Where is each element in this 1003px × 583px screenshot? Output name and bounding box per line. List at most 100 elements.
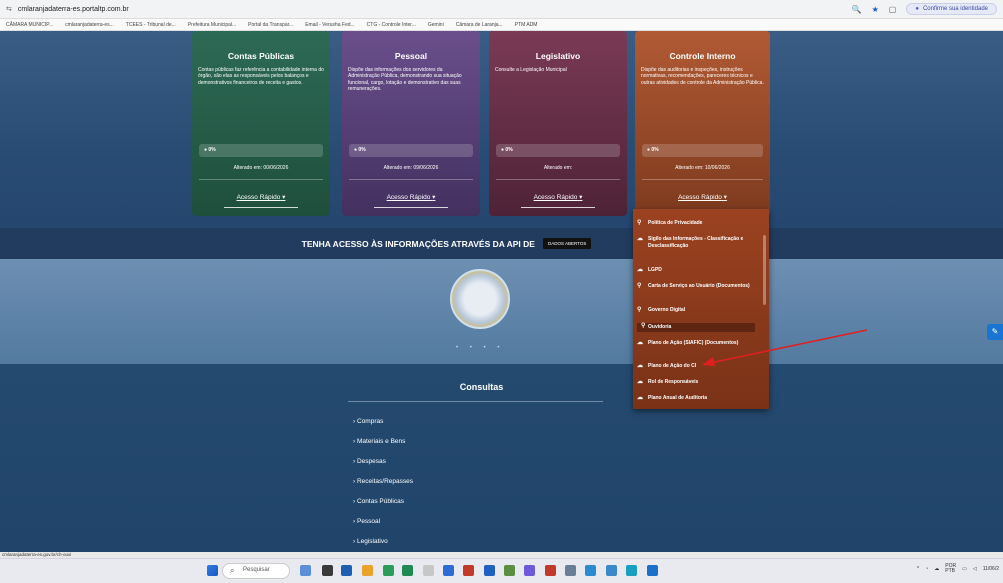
quick-access-dropdown: ⚲ Política de Privacidade ☁ Sigilo das Inf… — [633, 209, 769, 409]
progress-badge: ● 0% — [642, 144, 763, 157]
carousel-dots[interactable]: • • • • — [456, 345, 504, 351]
consultas-link-legislativo[interactable]: › Legislativo — [353, 538, 388, 545]
dropdown-scrollbar[interactable] — [763, 235, 766, 305]
consultas-link-despesas[interactable]: › Despesas — [353, 458, 386, 465]
consultas-section: Consultas › Compras › Materiais e Bens ›… — [0, 364, 1003, 552]
weather-icon[interactable]: ☁ — [934, 566, 939, 572]
item-label: Plano Anual de Auditoria — [648, 395, 708, 401]
edge-icon[interactable] — [443, 565, 454, 576]
card-contas-publicas: Contas Públicas Contas públicas faz refe… — [192, 31, 330, 216]
chevron-up-icon[interactable]: ^ — [917, 566, 919, 572]
consultas-link-compras[interactable]: › Compras — [353, 418, 383, 425]
photos-icon[interactable] — [585, 565, 596, 576]
eye-icon: ● — [354, 147, 358, 153]
altered-date: Alterado em: — [543, 165, 573, 171]
quick-access-button[interactable]: Acesso Rápido ▾ — [635, 193, 770, 201]
mail-icon[interactable] — [341, 565, 352, 576]
app-icon[interactable] — [626, 565, 637, 576]
bookmark-9[interactable]: PTM ADM — [515, 22, 538, 28]
link-label: Pessoal — [356, 518, 381, 525]
card-description: Dispõe das informações dos servidores da… — [348, 67, 462, 92]
quick-access-button[interactable]: Acesso Rápido ▾ — [192, 193, 330, 201]
progress-badge: ● 0% — [199, 144, 323, 157]
dropdown-item-privacidade[interactable]: ⚲ Política de Privacidade — [633, 220, 759, 227]
taskbar-search[interactable]: ⌕ Pesquisar — [222, 563, 290, 579]
dropdown-item-carta[interactable]: ⚲ Carta de Serviço ao Usuário (Documentos… — [633, 283, 759, 290]
profile-icon: ● — [915, 6, 919, 12]
api-banner: TENHA ACESSO ÀS INFORMAÇÕES ATRAVÉS DA A… — [0, 228, 1003, 259]
windows-start-icon[interactable] — [207, 565, 218, 576]
card-legislativo: Legislativo Consulte a Legislação Munici… — [489, 31, 627, 216]
wifi-icon[interactable]: ▭ — [962, 566, 967, 572]
file-explorer-icon[interactable] — [362, 565, 373, 576]
clock-date[interactable]: 11/06/2 — [983, 566, 999, 572]
item-label: LGPD — [648, 267, 662, 273]
bookmark-star-icon[interactable]: ★ — [872, 5, 879, 14]
calendar-icon[interactable] — [606, 565, 617, 576]
chat-widget-button[interactable]: ✎ — [987, 324, 1003, 340]
consultas-link-contas[interactable]: › Contas Públicas — [353, 498, 404, 505]
dropdown-item-sigilo[interactable]: ☁ Sigilo das Informações - Classificação … — [633, 236, 759, 249]
divider — [642, 179, 763, 180]
site-info-icon[interactable]: ⇆ — [6, 5, 12, 13]
link-label: Contas Públicas — [356, 498, 404, 505]
item-label: Plano de Ação do CI — [648, 363, 697, 369]
eye-icon: ● — [501, 147, 505, 153]
bookmark-6[interactable]: CTG - Controle Inter... — [367, 22, 416, 28]
consultas-link-materiais[interactable]: › Materiais e Bens — [353, 438, 405, 445]
quick-access-button[interactable]: Acesso Rápido ▾ — [342, 193, 480, 201]
item-label: Ouvidoria — [648, 324, 672, 330]
zoom-icon[interactable]: 🔍 — [852, 5, 862, 14]
app-icon[interactable] — [565, 565, 576, 576]
bookmark-5[interactable]: Email - Verusha Fed... — [305, 22, 354, 28]
url-field[interactable]: cmlaranjadaterra-es.portaltp.com.br — [18, 6, 129, 13]
task-view-icon[interactable] — [322, 565, 333, 576]
eye-icon: ● — [647, 147, 651, 153]
chrome-icon[interactable] — [383, 565, 394, 576]
card-title: Pessoal — [394, 51, 428, 61]
bookmark-2[interactable]: TCEES - Tribunal de... — [126, 22, 176, 28]
consultas-link-receitas[interactable]: › Receitas/Repasses — [353, 478, 413, 485]
gmail-icon[interactable] — [545, 565, 556, 576]
open-data-button[interactable]: DADOS ABERTOS — [542, 238, 592, 249]
volume-icon[interactable]: ◁ — [973, 566, 977, 572]
link-label: Receitas/Repasses — [356, 478, 413, 485]
cloud-icon: ☁ — [637, 363, 643, 369]
quick-access-button[interactable]: Acesso Rápido ▾ — [489, 193, 627, 201]
dropdown-item-lgpd[interactable]: ☁ LGPD — [633, 267, 759, 274]
bookmark-0[interactable]: CÂMARA MUNICIP... — [6, 22, 53, 28]
language-indicator[interactable]: POR PTB — [945, 564, 956, 574]
dropdown-item-plano-anual[interactable]: ☁ Plano Anual de Auditoria — [633, 395, 759, 402]
card-description: Contas públicas faz referência a contabi… — [198, 67, 324, 86]
bookmark-3[interactable]: Prefeitura Municipal... — [188, 22, 236, 28]
search-icon: ⌕ — [230, 566, 235, 575]
link-label: Materiais e Bens — [356, 438, 406, 445]
item-label: Governo Digital — [648, 307, 686, 313]
word-icon[interactable] — [484, 565, 495, 576]
bookmark-4[interactable]: Portal da Transpar... — [248, 22, 293, 28]
teams-icon[interactable] — [524, 565, 535, 576]
acrobat-icon[interactable] — [463, 565, 474, 576]
chevron-down-icon: ▾ — [723, 194, 727, 201]
progress-value: 0% — [505, 147, 513, 153]
api-banner-text: TENHA ACESSO ÀS INFORMAÇÕES ATRAVÉS DA A… — [301, 238, 535, 249]
app-icon[interactable] — [504, 565, 515, 576]
bookmark-8[interactable]: Câmara de Laranja... — [456, 22, 503, 28]
consultas-link-pessoal[interactable]: › Pessoal — [353, 518, 380, 525]
institution-seal[interactable] — [450, 269, 510, 329]
cloud-icon: ☁ — [637, 236, 643, 242]
card-controle-interno: Controle Interno Dispõe das auditorias e… — [635, 31, 770, 216]
excel-icon[interactable] — [402, 565, 413, 576]
identity-prompt-button[interactable]: ● Confirme sua identidade — [906, 3, 997, 15]
browser-icon[interactable] — [647, 565, 658, 576]
dropdown-item-governo[interactable]: ⚲ Governo Digital — [633, 307, 759, 314]
dropdown-item-rol[interactable]: ☁ Rol de Responsáveis — [633, 379, 759, 386]
app-icon[interactable] — [423, 565, 434, 576]
bookmark-1[interactable]: cmlaranjadaterra-es... — [65, 22, 114, 28]
network-icon[interactable]: ◔ — [925, 566, 928, 572]
bookmark-7[interactable]: Gemini — [428, 22, 444, 28]
link-label: Compras — [356, 418, 384, 425]
cards-section: Contas Públicas Contas públicas faz refe… — [0, 31, 1003, 228]
widgets-icon[interactable] — [300, 565, 311, 576]
extensions-icon[interactable]: ▢ — [889, 5, 897, 14]
